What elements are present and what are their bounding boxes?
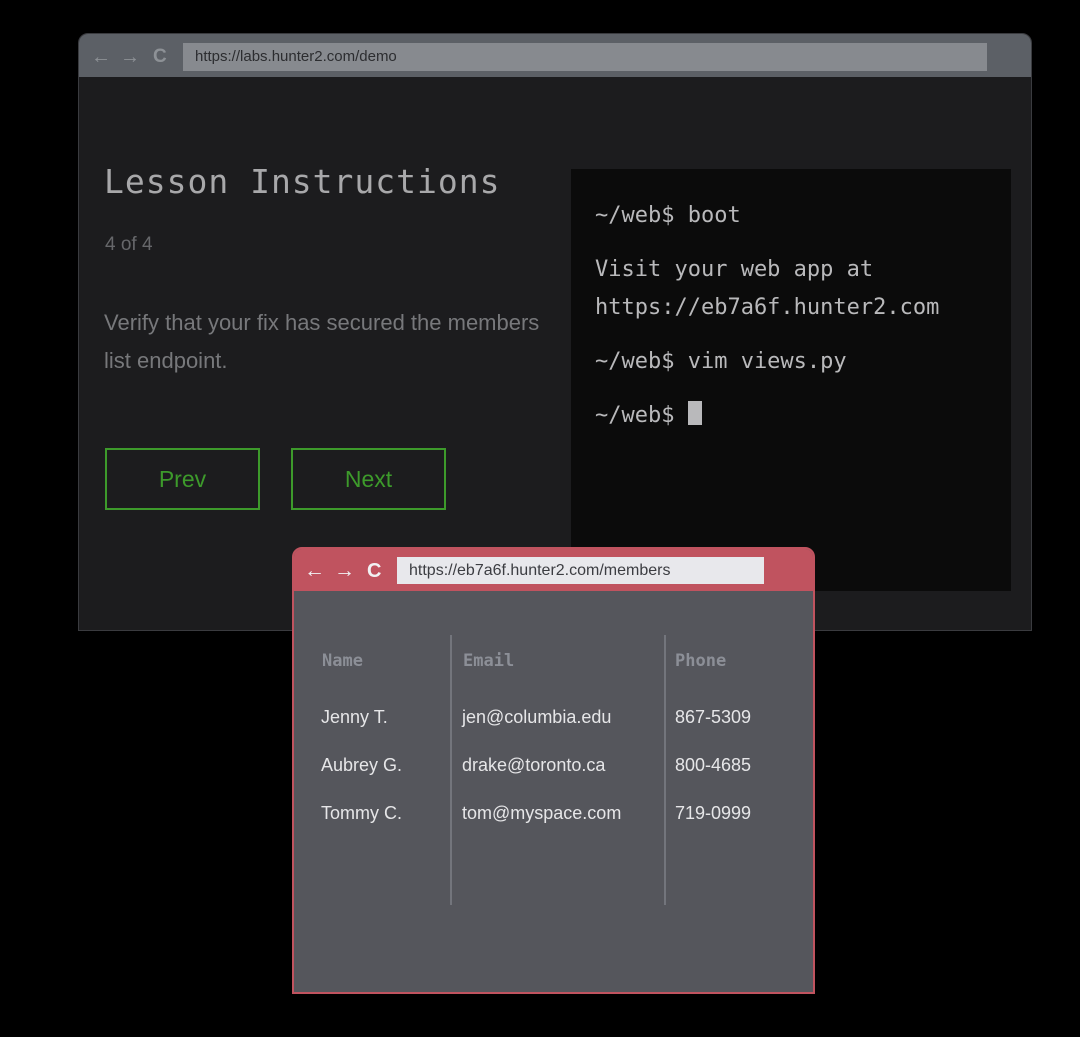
column-header-email: Email [463, 651, 515, 671]
back-icon[interactable]: ← [304, 549, 325, 591]
cell-name: Aubrey G. [321, 755, 403, 775]
browser-toolbar: ← → C https://labs.hunter2.com/demo [79, 34, 1031, 77]
terminal-cursor [687, 401, 702, 425]
column-header-name: Name [322, 651, 363, 671]
lesson-description: Verify that your fix has secured the mem… [104, 310, 540, 373]
terminal-line: Visit your web app at [595, 257, 874, 282]
back-icon[interactable]: ← [91, 34, 111, 77]
address-bar[interactable]: https://eb7a6f.hunter2.com/members [397, 557, 764, 584]
column-divider [450, 635, 452, 905]
cell-email: tom@myspace.com [462, 803, 622, 823]
terminal-prompt-line: ~/web$ [595, 401, 702, 428]
browser-toolbar: ← → C https://eb7a6f.hunter2.com/members [294, 549, 813, 591]
forward-icon[interactable]: → [334, 549, 355, 591]
terminal-prompt: ~/web$ [595, 403, 688, 428]
cell-email: jen@columbia.edu [462, 707, 612, 727]
reload-icon[interactable]: C [367, 549, 381, 591]
next-button[interactable]: Next [291, 448, 446, 510]
members-browser-window: ← → C https://eb7a6f.hunter2.com/members… [292, 547, 815, 994]
terminal-line: https://eb7a6f.hunter2.com [595, 295, 940, 320]
cell-phone: 719-0999 [675, 803, 752, 823]
prev-button[interactable]: Prev [105, 448, 260, 510]
column-divider [664, 635, 666, 905]
cell-email: drake@toronto.ca [462, 755, 606, 775]
reload-icon[interactable]: C [153, 34, 167, 77]
lesson-title: Lesson Instructions [104, 162, 501, 201]
address-bar[interactable]: https://labs.hunter2.com/demo [183, 43, 987, 71]
lab-browser-window: ← → C https://labs.hunter2.com/demo Less… [78, 33, 1032, 631]
cell-name: Tommy C. [321, 803, 402, 823]
terminal[interactable]: ~/web$ boot Visit your web app at https:… [571, 169, 1011, 591]
column-header-phone: Phone [675, 651, 727, 671]
lesson-step-counter: 4 of 4 [105, 234, 153, 255]
cell-name: Jenny T. [321, 707, 388, 727]
terminal-line: ~/web$ vim views.py [595, 349, 847, 374]
cell-phone: 800-4685 [675, 755, 752, 775]
cell-phone: 867-5309 [675, 707, 752, 727]
forward-icon[interactable]: → [120, 34, 140, 77]
terminal-line: ~/web$ boot [595, 203, 741, 228]
